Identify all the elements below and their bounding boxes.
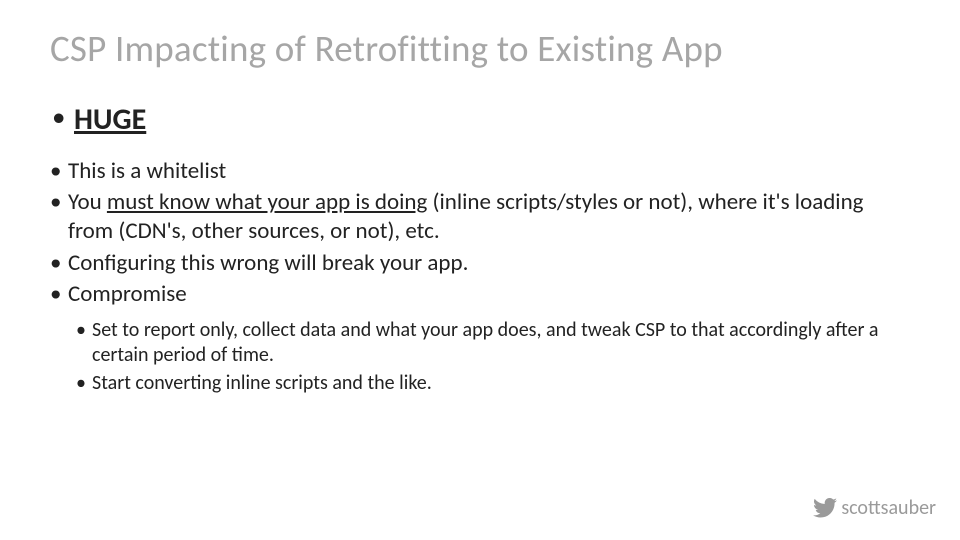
bullet-huge-text: HUGE (74, 101, 146, 138)
bullet-list-lvl2: This is a whitelist You must know what y… (50, 157, 910, 310)
bullet-list-lvl1: HUGE (50, 101, 910, 139)
bullet-mustknow: You must know what your app is doing (in… (50, 188, 910, 247)
bullet-whitelist: This is a whitelist (50, 157, 910, 186)
bullet-compromise: Compromise (50, 280, 910, 309)
bullet-sub1: Set to report only, collect data and wha… (76, 318, 910, 369)
footer: scottsauber (813, 496, 936, 520)
slide-title: CSP Impacting of Retrofitting to Existin… (50, 26, 910, 71)
slide: CSP Impacting of Retrofitting to Existin… (0, 0, 960, 540)
bullet-configure: Configuring this wrong will break your a… (50, 249, 910, 278)
bullet-list-lvl3: Set to report only, collect data and wha… (76, 318, 910, 397)
mustknow-pre: You (68, 188, 107, 216)
twitter-icon (813, 498, 837, 518)
bullet-sub2: Start converting inline scripts and the … (76, 371, 910, 397)
mustknow-underlined: must know what your app is doing (107, 188, 427, 216)
footer-handle: scottsauber (841, 496, 936, 520)
bullet-huge: HUGE (50, 101, 910, 139)
